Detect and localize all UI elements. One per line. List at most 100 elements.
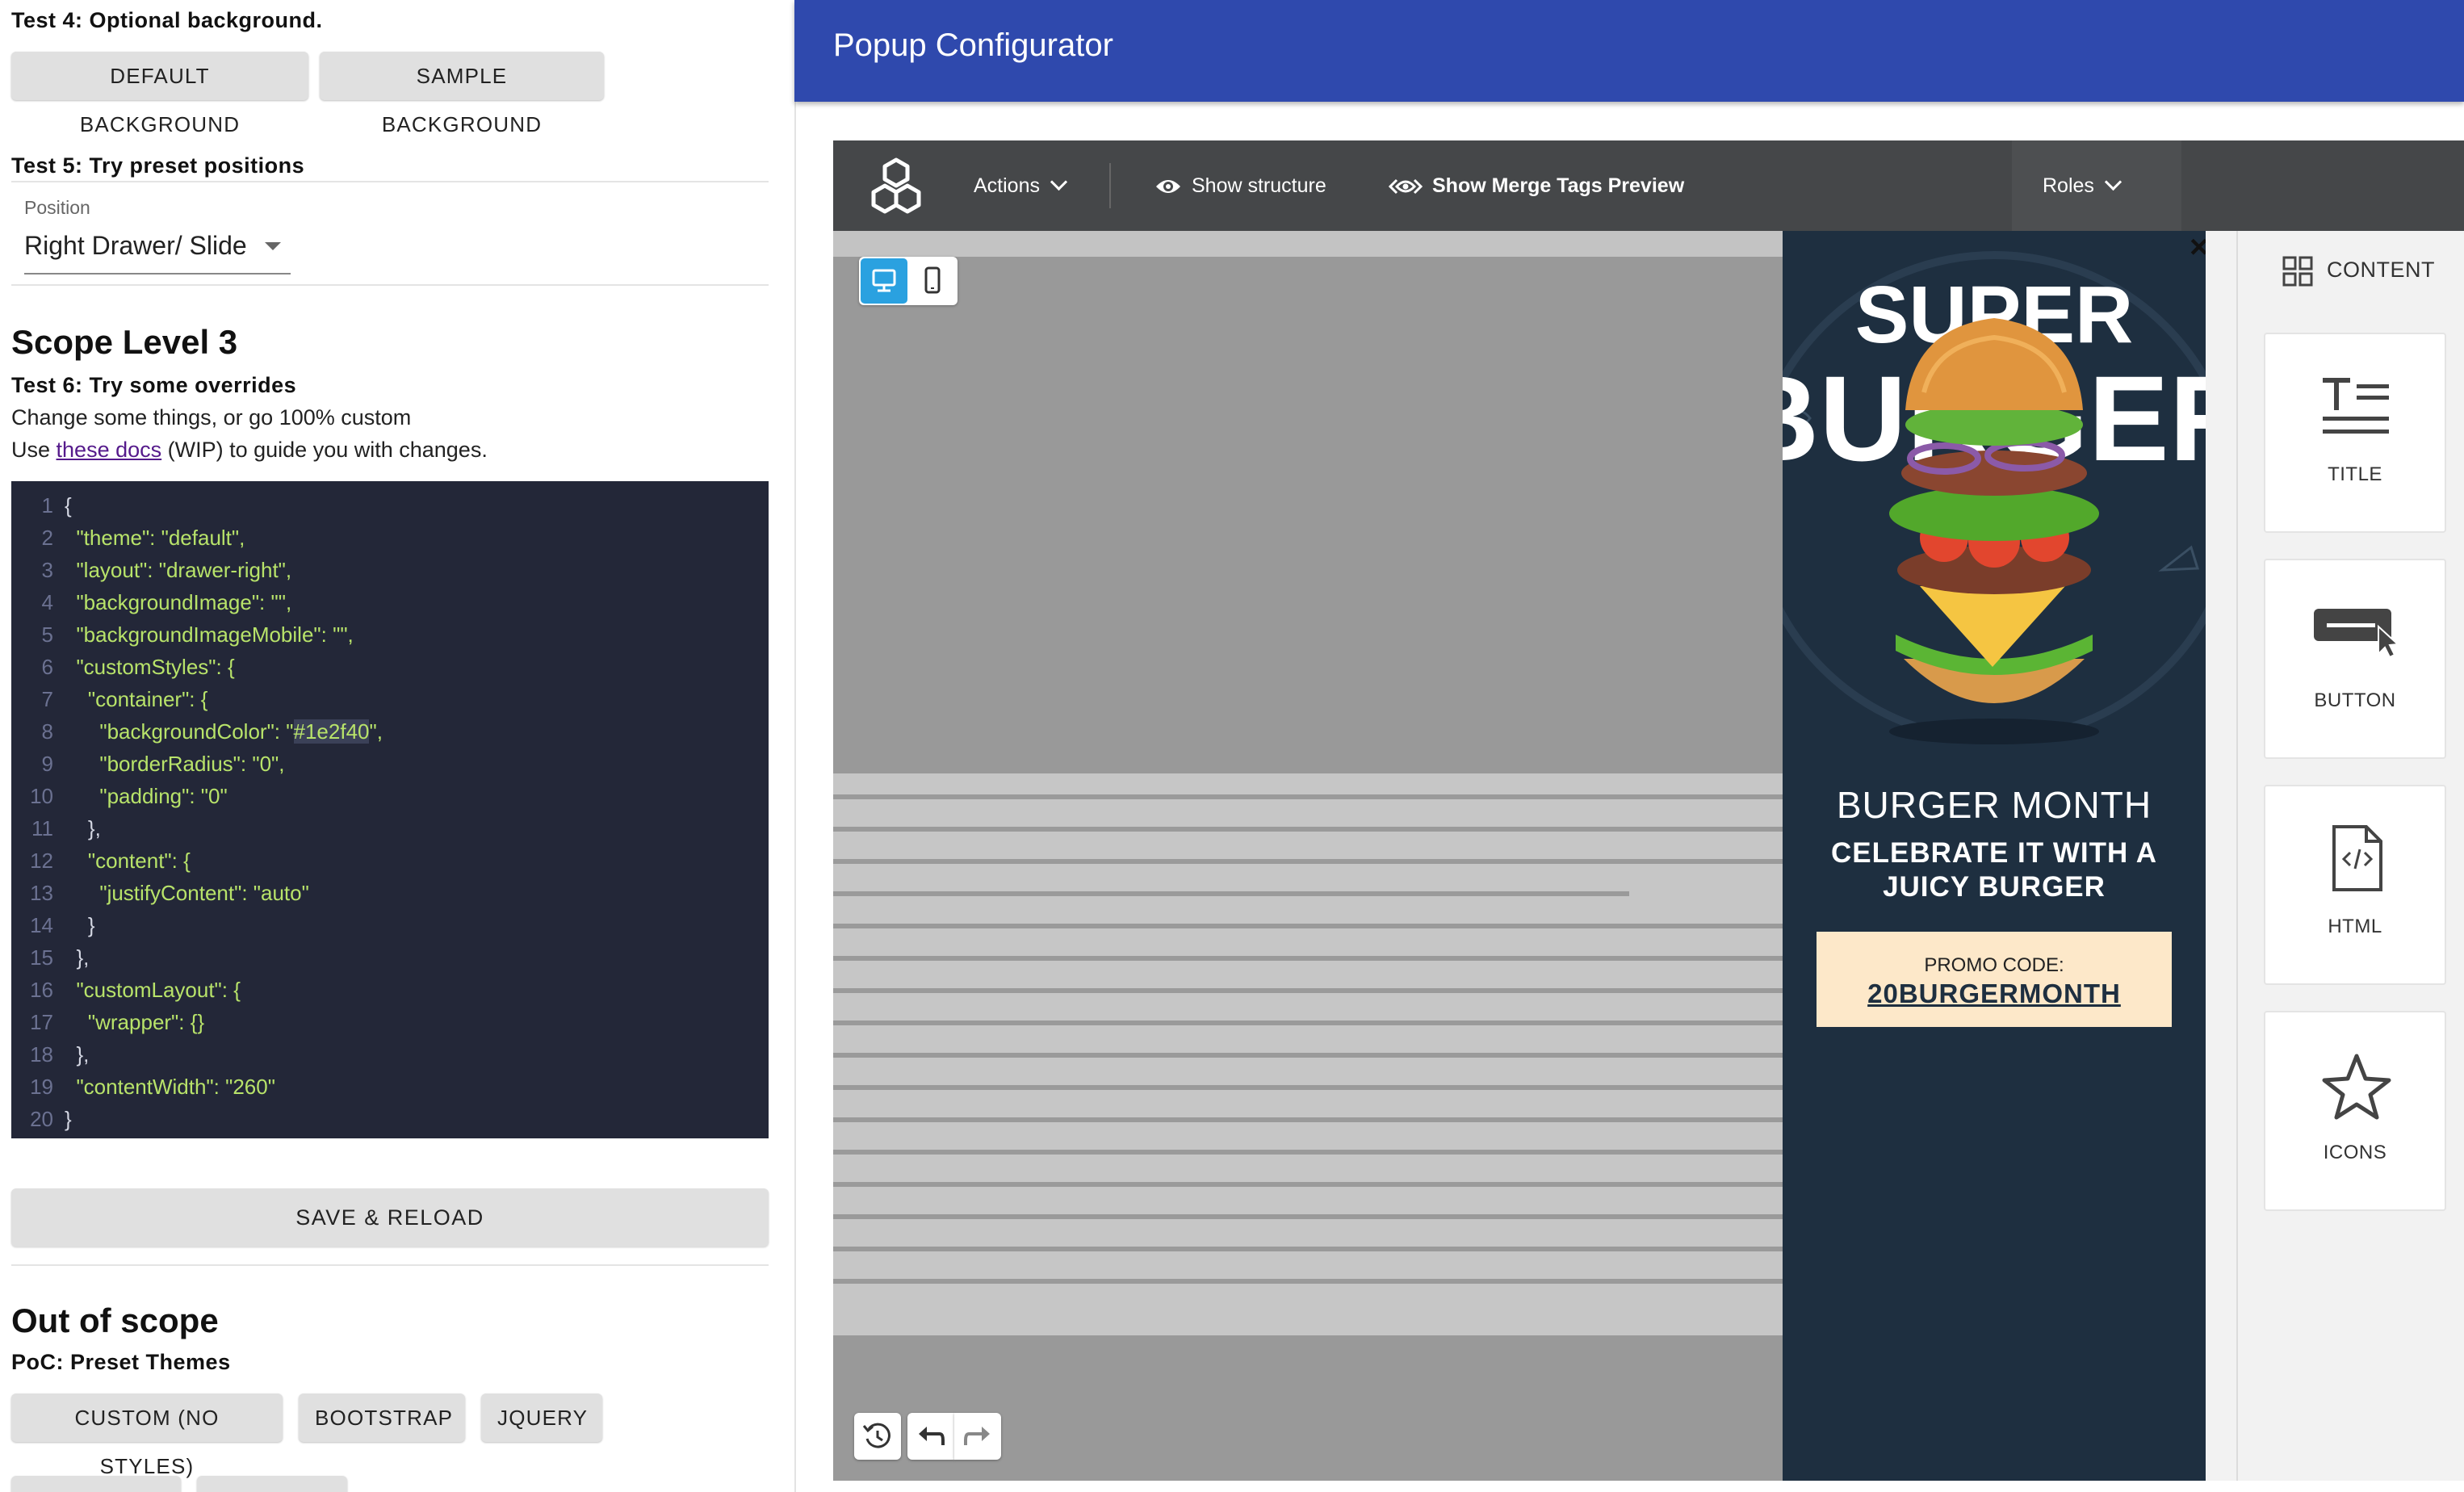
code-text: "customStyles": { (65, 655, 235, 679)
line-number: 2 (41, 526, 53, 550)
tile-button[interactable]: BUTTON (2264, 559, 2446, 759)
code-text: }, (65, 816, 101, 840)
code-line: 9 "borderRadius": "0", (11, 748, 769, 780)
code-line: 4 "backgroundImage": "", (11, 586, 769, 618)
html-icon (2332, 825, 2382, 891)
code-text: { (65, 493, 72, 518)
page-preview-canvas[interactable] (833, 231, 1783, 1481)
poc-heading: PoC: Preset Themes (11, 1350, 231, 1374)
theme-material-button[interactable]: MATERIAL-UI (11, 1476, 181, 1492)
tile-html[interactable]: HTML (2264, 785, 2446, 985)
roles-menu[interactable]: Roles (2043, 170, 2122, 202)
position-select[interactable]: Right Drawer/ Slide (24, 228, 291, 275)
redo-icon (964, 1427, 990, 1445)
redo-button[interactable] (954, 1413, 1001, 1460)
history-button[interactable] (854, 1413, 901, 1460)
theme-jquery-button[interactable]: JQUERY (481, 1394, 602, 1442)
show-merge-tags-toggle[interactable]: Show Merge Tags Preview (1389, 170, 1684, 202)
code-text: "backgroundImageMobile": "", (65, 622, 354, 647)
sample-background-button[interactable]: SAMPLE BACKGROUND (320, 52, 604, 136)
code-editor[interactable]: 1{2 "theme": "default", 3 "layout": "draw… (11, 481, 769, 1138)
popup-title: BURGER MONTH (1836, 784, 2152, 826)
placeholder-line (833, 859, 1783, 864)
popup-subtitle: CELEBRATE IT WITH A JUICY BURGER (1831, 837, 2157, 903)
code-line: 6 "customStyles": { (11, 651, 769, 683)
desktop-view-button[interactable] (861, 258, 907, 304)
position-select-value: Right Drawer/ Slide (24, 231, 247, 260)
placeholder-line (833, 1117, 1783, 1122)
toolbar-separator (1109, 163, 1111, 208)
docs-line: Use these docs (WIP) to guide you with c… (11, 438, 488, 462)
line-number: 17 (30, 1010, 53, 1034)
mobile-view-button[interactable] (909, 258, 956, 304)
line-number: 7 (41, 687, 53, 711)
code-text: }, (65, 1042, 90, 1067)
title-icon (2323, 378, 2389, 434)
placeholder-line (833, 827, 1783, 832)
code-line: 10 "padding": "0" (11, 780, 769, 812)
code-text: "padding": "0" (65, 784, 228, 808)
history-icon (862, 1423, 890, 1448)
code-text: "container": { (65, 687, 208, 711)
position-label: Position (24, 197, 90, 218)
default-background-button[interactable]: DEFAULT BACKGROUND (11, 52, 308, 136)
divider (11, 181, 769, 182)
divider (11, 284, 769, 286)
theme-datatext-button[interactable]: DATATEXT (197, 1476, 347, 1492)
code-line: 18 }, (11, 1038, 769, 1071)
code-line: 19 "contentWidth": "260" (11, 1071, 769, 1103)
promo-code-link[interactable]: 20BURGERMONTH (1817, 979, 2172, 1009)
code-line: 12 "content": { (11, 844, 769, 877)
left-panel: Test 4: Optional background. DEFAULT BAC… (0, 0, 794, 1492)
docs-link[interactable]: these docs (57, 438, 162, 462)
actions-menu[interactable]: Actions (974, 170, 1068, 202)
code-line: 7 "container": { (11, 683, 769, 715)
code-line: 17 "wrapper": {} (11, 1006, 769, 1038)
line-number: 15 (30, 945, 53, 970)
theme-custom-button[interactable]: CUSTOM (NO STYLES) (11, 1394, 283, 1478)
code-text: "layout": "drawer-right", (65, 558, 292, 582)
tab-content[interactable]: CONTENT (2282, 252, 2435, 287)
code-text: "backgroundImage": "", (65, 590, 292, 614)
chevron-down-icon (1050, 173, 1068, 191)
code-line: 14 } (11, 909, 769, 941)
line-number: 14 (30, 913, 53, 937)
code-text: "wrapper": {} (65, 1010, 205, 1034)
placeholder-line (833, 956, 1783, 961)
line-number: 20 (30, 1107, 53, 1131)
scope-level-3-heading: Scope Level 3 (11, 323, 238, 361)
show-structure-toggle[interactable]: Show structure (1154, 170, 1326, 202)
line-number: 10 (30, 784, 53, 808)
caret-down-icon (265, 242, 281, 250)
placeholder-line (833, 1214, 1783, 1219)
tile-icons[interactable]: ICONS (2264, 1011, 2446, 1211)
promo-label: PROMO CODE: (1924, 954, 2064, 976)
code-text: "justifyContent": "auto" (65, 881, 309, 905)
line-number: 3 (41, 558, 53, 582)
code-line: 16 "customLayout": { (11, 974, 769, 1006)
code-line: 8 "backgroundColor": "#1e2f40", (11, 715, 769, 748)
tile-title[interactable]: TITLE (2264, 333, 2446, 533)
content-sidebar: CONTENT TITLE BUTTON HTML ICONS (2236, 231, 2464, 1481)
line-number: 6 (41, 655, 53, 679)
placeholder-line (833, 1182, 1783, 1187)
code-text: }, (65, 945, 90, 970)
code-line: 13 "justifyContent": "auto" (11, 877, 769, 909)
line-number: 1 (41, 493, 53, 518)
overrides-description: Change some things, or go 100% custom (11, 405, 412, 430)
editor-stage: SUPER BURGER × BURGER MONTH (833, 231, 2464, 1481)
popup-preview[interactable]: SUPER BURGER × BURGER MONTH (1783, 231, 2206, 1481)
device-switch (859, 257, 958, 305)
line-number: 11 (31, 816, 53, 840)
placeholder-line (833, 988, 1783, 993)
theme-bootstrap-button[interactable]: BOOTSTRAP (299, 1394, 465, 1442)
star-icon (2322, 1054, 2391, 1120)
chevron-down-icon (2104, 173, 2122, 191)
code-text: } (65, 1107, 72, 1131)
popup-editor: Actions Show structure Show Merge Tags P… (833, 140, 2464, 1481)
save-reload-button[interactable]: SAVE & RELOAD (11, 1188, 769, 1247)
undo-icon (919, 1427, 945, 1445)
undo-button[interactable] (907, 1413, 954, 1460)
close-icon[interactable]: × (2190, 231, 2206, 263)
code-line: 5 "backgroundImageMobile": "", (11, 618, 769, 651)
